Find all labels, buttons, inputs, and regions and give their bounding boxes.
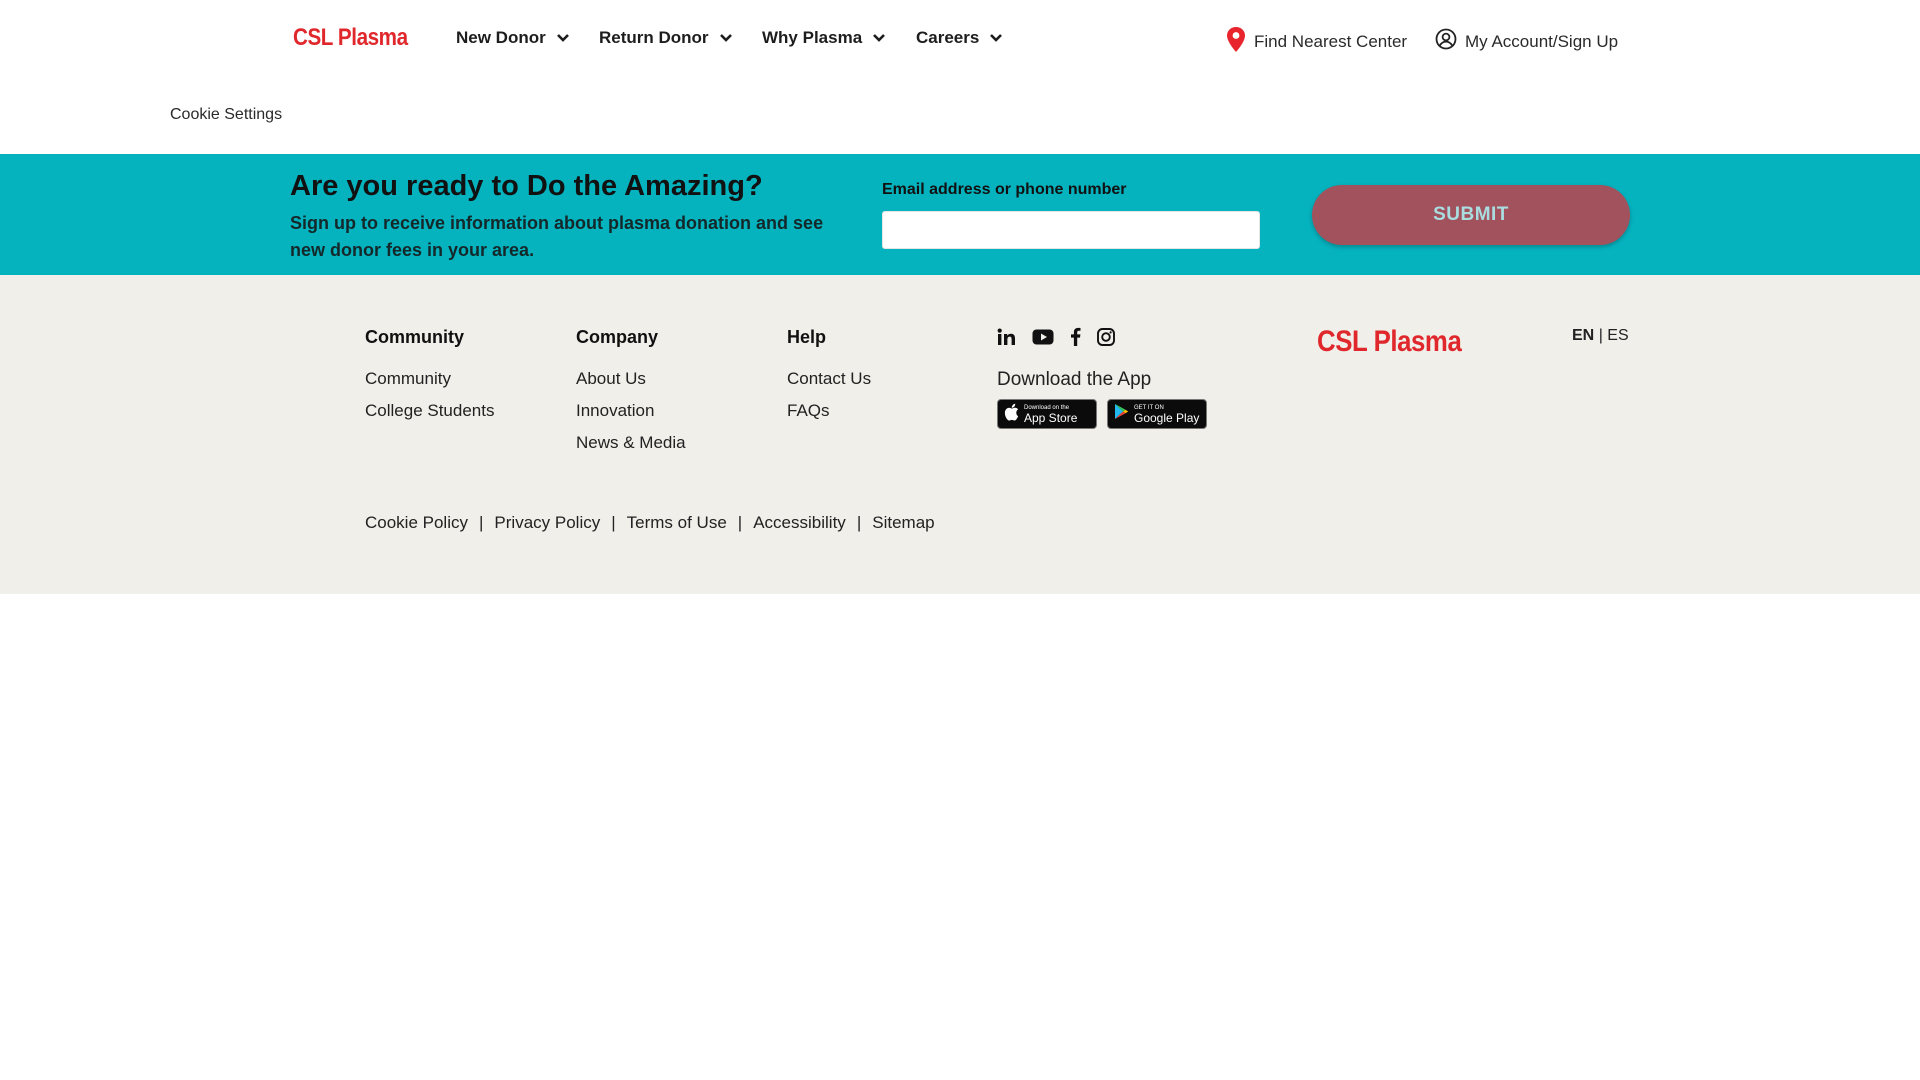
email-input[interactable] — [882, 211, 1260, 249]
find-nearest-center-label: Find Nearest Center — [1254, 32, 1408, 51]
footer-link-about-us[interactable]: About Us — [576, 369, 646, 389]
apple-icon — [1004, 403, 1019, 426]
social-icons — [997, 327, 1115, 346]
footer-heading-community: Community — [365, 327, 464, 347]
chevron-down-icon — [989, 33, 1003, 43]
footer-link-news-media[interactable]: News & Media — [576, 433, 686, 453]
language-switcher: EN | ES — [1572, 327, 1629, 345]
footer-heading-help: Help — [787, 327, 827, 347]
footer-link-contact-us[interactable]: Contact Us — [787, 369, 871, 389]
nav-careers[interactable]: Careers — [916, 28, 1003, 48]
sitemap-link[interactable]: Sitemap — [872, 513, 934, 533]
google-play-badge[interactable]: GET IT ON Google Play — [1107, 399, 1207, 429]
facebook-icon[interactable] — [1070, 327, 1081, 346]
cookie-policy-link[interactable]: Cookie Policy — [365, 513, 468, 533]
nav-label: Why Plasma — [762, 28, 863, 47]
nav-why-plasma[interactable]: Why Plasma — [762, 28, 886, 48]
legal-separator: | — [611, 513, 616, 532]
google-play-icon — [1114, 403, 1129, 425]
youtube-icon[interactable] — [1032, 329, 1054, 345]
find-nearest-center-link[interactable]: Find Nearest Center — [1226, 26, 1407, 58]
legal-links: Cookie Policy | Privacy Policy | Terms o… — [365, 513, 935, 533]
footer — [0, 275, 1920, 594]
terms-of-use-link[interactable]: Terms of Use — [627, 513, 727, 533]
nav-return-donor[interactable]: Return Donor — [599, 28, 733, 48]
lang-en[interactable]: EN — [1572, 327, 1594, 344]
privacy-policy-link[interactable]: Privacy Policy — [494, 513, 600, 533]
signup-title: Are you ready to Do the Amazing? — [290, 170, 763, 202]
accessibility-link[interactable]: Accessibility — [753, 513, 846, 533]
account-link[interactable]: My Account/Sign Up — [1435, 28, 1618, 55]
footer-logo[interactable]: CSL Plasma — [1317, 325, 1462, 359]
email-label: Email address or phone number — [882, 181, 1127, 198]
lang-es[interactable]: ES — [1607, 327, 1628, 344]
download-app-label: Download the App — [997, 369, 1152, 390]
signup-description: Sign up to receive information about pla… — [290, 213, 824, 260]
footer-link-college-students[interactable]: College Students — [365, 401, 494, 421]
google-play-text: GET IT ON Google Play — [1134, 404, 1200, 425]
footer-heading-company: Company — [576, 327, 659, 347]
app-store-badge[interactable]: Download on the App Store — [997, 399, 1097, 429]
legal-separator: | — [737, 513, 743, 532]
nav-new-donor[interactable]: New Donor — [456, 28, 570, 48]
user-circle-icon — [1435, 28, 1457, 55]
footer-link-innovation[interactable]: Innovation — [576, 401, 654, 421]
nav-label: Return Donor — [599, 28, 709, 47]
instagram-icon[interactable] — [1097, 327, 1115, 346]
app-store-text: Download on the App Store — [1024, 404, 1078, 425]
chevron-down-icon — [556, 33, 570, 43]
header-logo[interactable]: CSL Plasma — [293, 24, 408, 52]
nav-label: Careers — [916, 28, 980, 47]
footer-link-faqs[interactable]: FAQs — [787, 401, 830, 421]
account-label: My Account/Sign Up — [1465, 31, 1619, 51]
lang-separator: | — [1598, 327, 1603, 344]
legal-separator: | — [479, 513, 484, 532]
linkedin-icon[interactable] — [997, 328, 1016, 346]
submit-button[interactable]: SUBMIT — [1312, 185, 1630, 245]
cookie-settings-link[interactable]: Cookie Settings — [170, 106, 282, 124]
nav-label: New Donor — [456, 28, 546, 47]
legal-separator: | — [856, 513, 862, 532]
chevron-down-icon — [872, 33, 886, 43]
footer-link-community[interactable]: Community — [365, 369, 451, 389]
chevron-down-icon — [719, 33, 733, 43]
map-pin-icon — [1226, 26, 1246, 58]
